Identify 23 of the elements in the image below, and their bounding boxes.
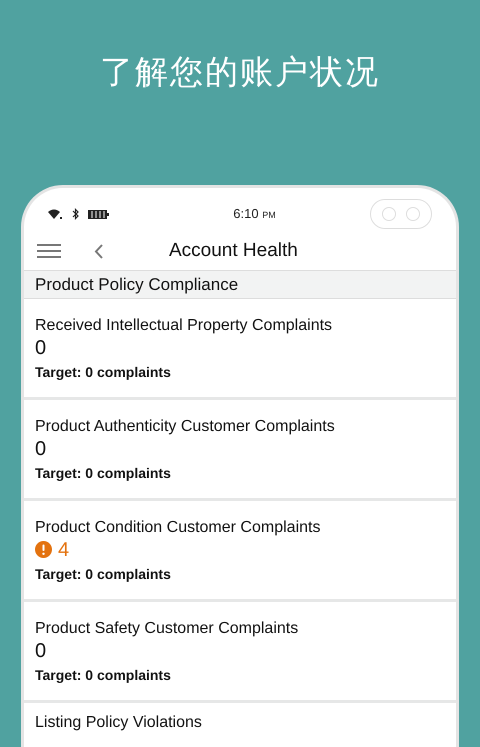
metric-title: Product Safety Customer Complaints <box>35 618 300 639</box>
bluetooth-icon <box>72 208 79 220</box>
target-text: Target: 0 complaints <box>35 666 172 685</box>
back-icon[interactable] <box>94 244 103 259</box>
metric-title: Product Condition Customer Complaints <box>35 518 322 538</box>
target-text: Target: 0 complaints <box>35 464 172 483</box>
metric-value: 4 <box>58 538 70 563</box>
wifi-icon <box>48 208 62 220</box>
screen-title: Account Health <box>169 238 298 263</box>
target-text: Target: 0 complaints <box>35 362 172 382</box>
metric-value: 0 <box>35 436 46 462</box>
section-header: Product Policy Compliance <box>24 270 456 299</box>
metric-title: Product Authenticity Customer Complaints <box>35 416 336 437</box>
battery-icon <box>88 210 109 219</box>
menu-icon[interactable] <box>37 243 61 260</box>
headline: 了解您的账户状况 <box>100 51 380 93</box>
camera-drawing <box>370 199 432 230</box>
metric-value: 0 <box>35 638 46 664</box>
metric-value: 0 <box>35 336 46 361</box>
metric-title: Received Intellectual Property Complaints <box>35 316 334 336</box>
target-text: Target: 0 complaints <box>35 564 172 584</box>
metric-title: Listing Policy Violations <box>35 712 203 733</box>
status-time: 6:10 PM <box>233 205 276 224</box>
